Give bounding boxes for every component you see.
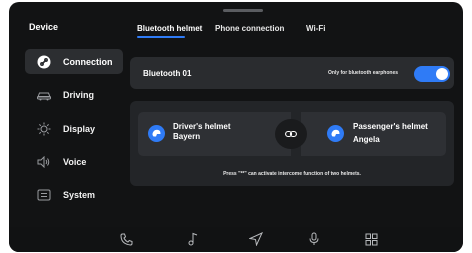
intercom-hint: Press "**" can activate intercome functi… <box>223 171 361 177</box>
sidebar-item-label: Display <box>63 123 96 134</box>
sidebar-item-display[interactable]: Display <box>25 116 123 141</box>
apps-grid-icon[interactable] <box>363 231 379 247</box>
settings-panel-icon <box>36 187 52 203</box>
bottom-nav-bar <box>9 227 463 252</box>
passenger-helmet-name: Angela <box>353 135 380 144</box>
toggle-knob <box>436 68 448 80</box>
sidebar-item-label: Driving <box>63 89 95 100</box>
passenger-helmet-info: Passenger's helmet Angela <box>353 122 428 145</box>
helmet-icon <box>148 125 165 142</box>
phone-icon[interactable] <box>118 231 134 247</box>
sidebar-item-label: Voice <box>63 156 87 167</box>
sidebar-item-voice[interactable]: Voice <box>25 149 123 174</box>
tab-phone-connection[interactable]: Phone connection <box>215 24 284 33</box>
bluetooth-name: Bluetooth 01 <box>143 69 192 78</box>
sidebar-item-system[interactable]: System <box>25 182 123 207</box>
sidebar-item-label: Connection <box>63 56 113 67</box>
driver-helmet-info: Driver's helmet Bayern <box>173 122 230 142</box>
sidebar-item-connection[interactable]: Connection <box>25 49 123 74</box>
sidebar-title: Device <box>29 22 59 32</box>
bluetooth-note: Only for bluetooth earphones <box>328 70 399 76</box>
link-icon <box>285 125 297 143</box>
link-circle-icon <box>36 54 52 70</box>
music-icon[interactable] <box>185 231 201 247</box>
driver-helmet-title: Driver's helmet <box>173 122 231 131</box>
link-button[interactable] <box>275 119 307 149</box>
bluetooth-card: Bluetooth 01 Only for bluetooth earphone… <box>130 57 454 89</box>
pull-down-handle[interactable] <box>223 9 263 12</box>
speaker-icon <box>36 154 52 170</box>
helmets-card: Driver's helmet Bayern Passenger's helme… <box>130 101 454 186</box>
driver-helmet-name: Bayern <box>173 132 201 141</box>
helmet-icon <box>327 125 344 142</box>
active-tab-indicator <box>137 36 185 38</box>
sidebar-item-driving[interactable]: Driving <box>25 82 123 107</box>
bluetooth-toggle[interactable] <box>414 66 450 82</box>
sun-icon <box>36 121 52 137</box>
passenger-helmet-title: Passenger's helmet <box>353 122 428 131</box>
sidebar: Device Connection Driving Display Voice <box>9 2 123 227</box>
app-screen: Device Connection Driving Display Voice <box>9 2 463 252</box>
navigation-icon[interactable] <box>248 231 264 247</box>
tab-bluetooth-helmet[interactable]: Bluetooth helmet <box>137 24 202 33</box>
car-icon <box>36 87 52 103</box>
tab-wifi[interactable]: Wi-Fi <box>306 24 325 33</box>
sidebar-item-label: System <box>63 189 96 200</box>
microphone-icon[interactable] <box>306 231 322 247</box>
